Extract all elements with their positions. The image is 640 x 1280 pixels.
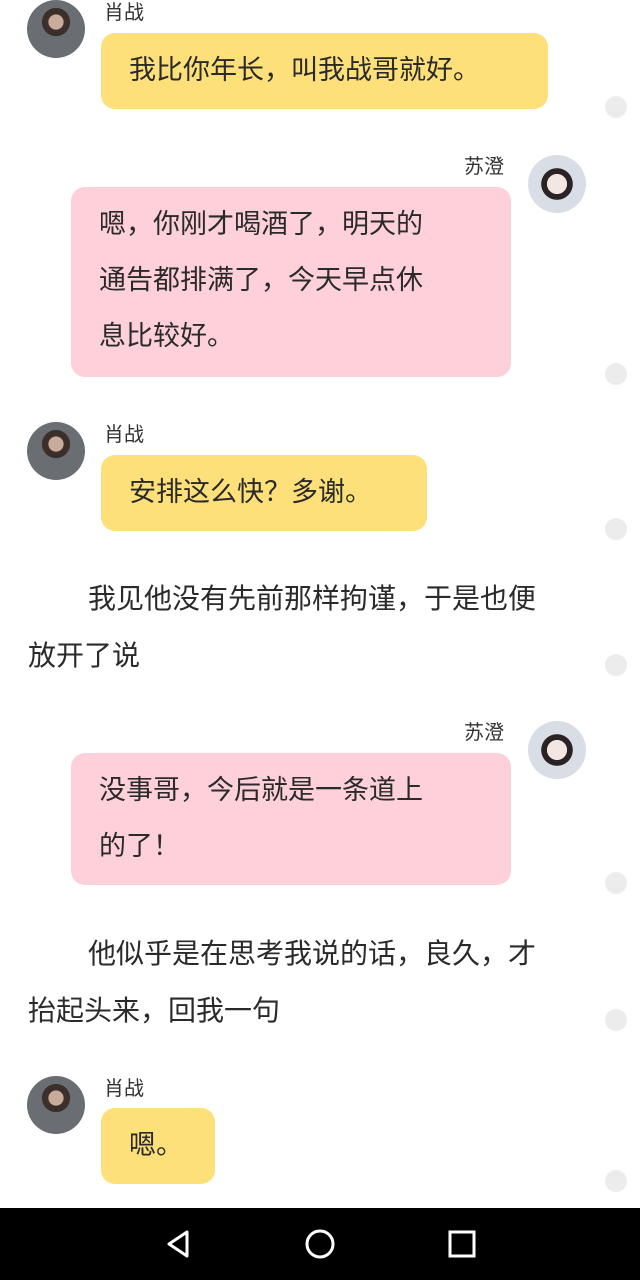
message-line: 没事哥，今后就是一条道上 — [99, 775, 423, 806]
chat-bubble: 没事哥，今后就是一条道上 的了！ — [71, 753, 511, 885]
home-icon[interactable] — [300, 1224, 340, 1264]
narration-paragraph: 我见他没有先前那样拘谨，于是也便 放开了说 — [28, 570, 588, 684]
narration-line: 抬起头来，回我一句 — [28, 994, 281, 1027]
speaker-name: 肖战 — [104, 422, 144, 446]
avatar-sucheng[interactable] — [528, 721, 586, 779]
avatar-xiaozhan[interactable] — [27, 1076, 85, 1134]
status-dot — [605, 96, 627, 118]
avatar-xiaozhan[interactable] — [27, 0, 85, 58]
status-dot — [605, 872, 627, 894]
message-line: 的了！ — [99, 831, 180, 862]
back-icon[interactable] — [159, 1224, 199, 1264]
narration-line: 我见他没有先前那样拘谨，于是也便 — [88, 582, 537, 615]
speaker-name: 苏澄 — [464, 154, 504, 178]
narration-line: 他似乎是在思考我说的话，良久，才 — [88, 937, 537, 970]
speaker-name: 苏澄 — [464, 720, 504, 744]
message-line: 通告都排满了，今天早点休 — [99, 265, 423, 296]
speaker-name: 肖战 — [104, 0, 144, 24]
chat-bubble: 嗯，你刚才喝酒了，明天的 通告都排满了，今天早点休 息比较好。 — [71, 187, 511, 377]
chat-bubble: 我比你年长，叫我战哥就好。 — [101, 33, 548, 109]
message-text: 我比你年长，叫我战哥就好。 — [129, 55, 480, 86]
status-dot — [605, 1009, 627, 1031]
navigation-bar — [0, 1208, 640, 1280]
chat-bubble: 嗯。 — [101, 1108, 215, 1184]
avatar-sucheng[interactable] — [528, 155, 586, 213]
narration-paragraph: 他似乎是在思考我说的话，良久，才 抬起头来，回我一句 — [28, 925, 588, 1039]
message-text: 嗯。 — [129, 1130, 183, 1161]
narration-line: 放开了说 — [28, 639, 141, 672]
status-dot — [605, 518, 627, 540]
recents-icon[interactable] — [442, 1224, 482, 1264]
speaker-name: 肖战 — [104, 1076, 144, 1100]
message-line: 息比较好。 — [99, 321, 234, 352]
chat-bubble: 安排这么快？多谢。 — [101, 455, 427, 531]
status-dot — [605, 654, 627, 676]
status-dot — [605, 363, 627, 385]
message-line: 嗯，你刚才喝酒了，明天的 — [99, 209, 423, 240]
avatar-xiaozhan[interactable] — [27, 422, 85, 480]
status-dot — [605, 1170, 627, 1192]
message-text: 安排这么快？多谢。 — [129, 477, 372, 508]
